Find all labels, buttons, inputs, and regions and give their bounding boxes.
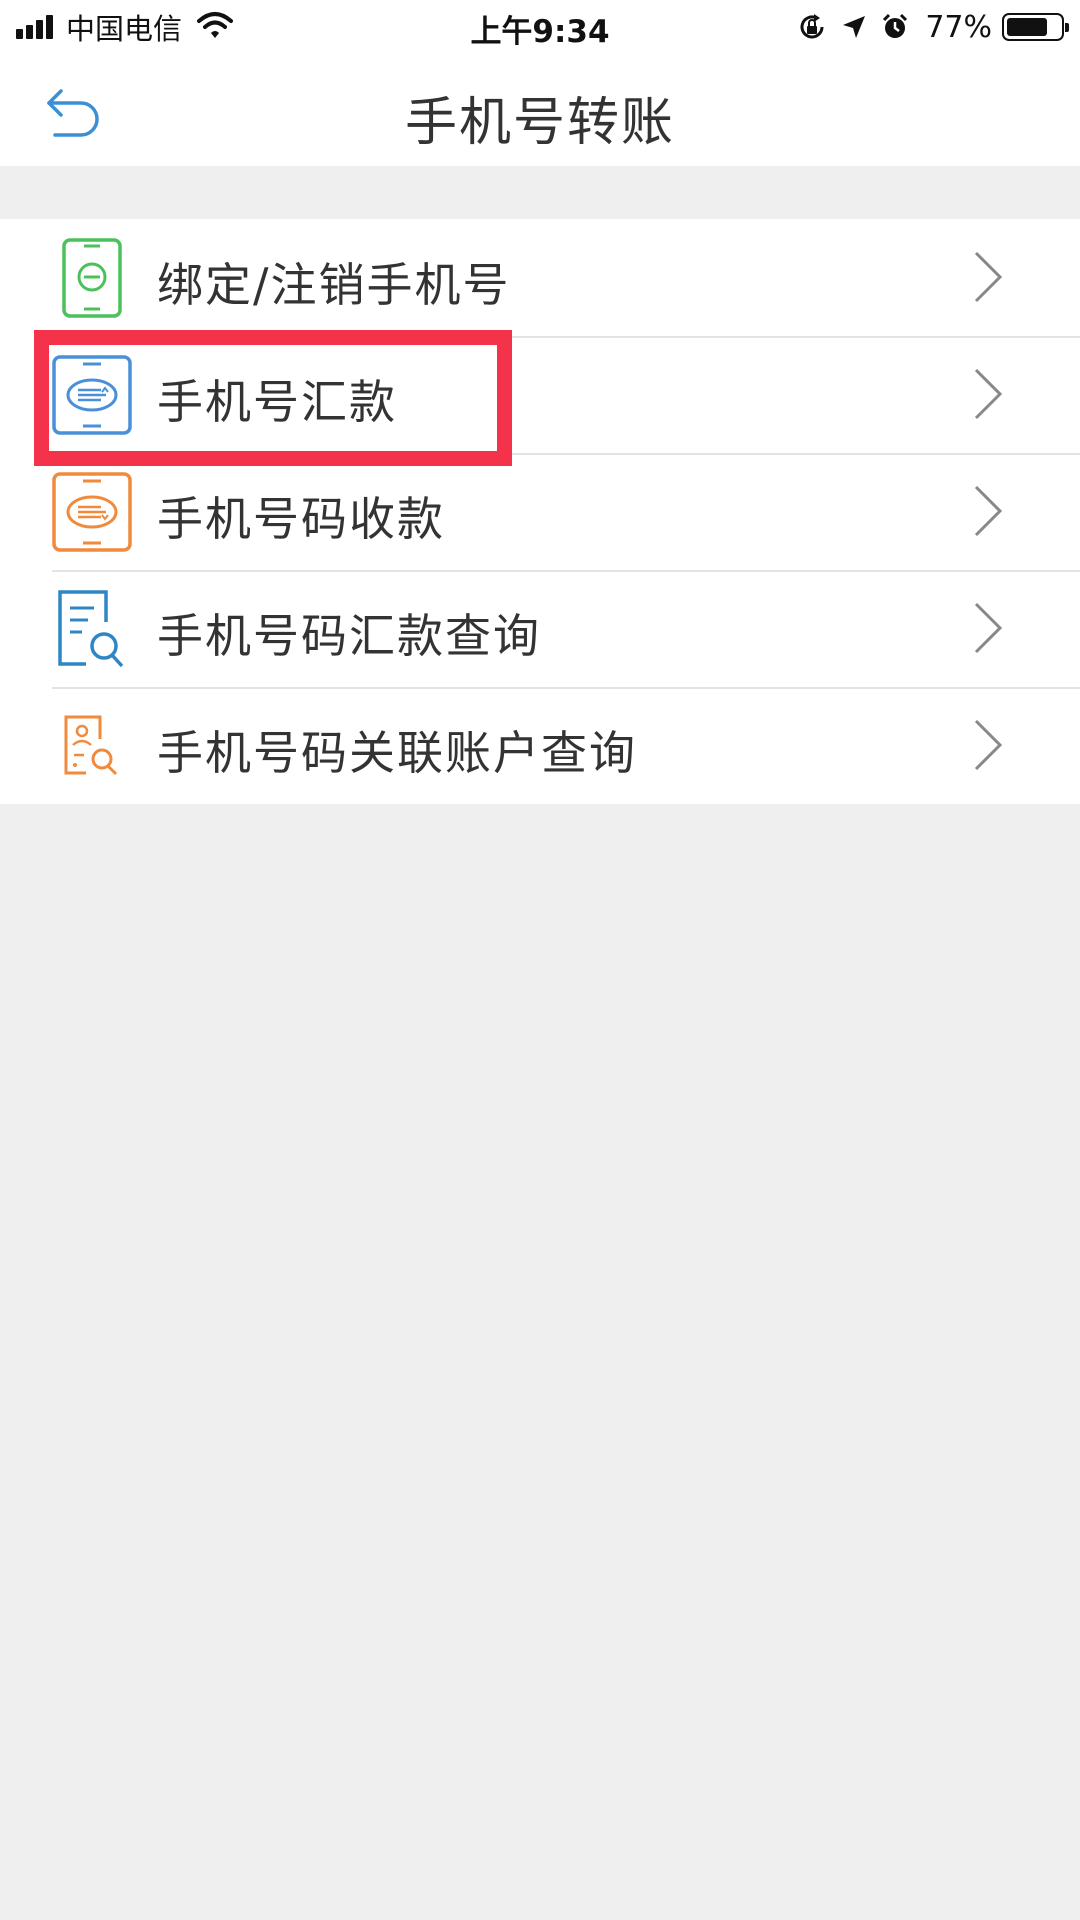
menu-item-remit-query[interactable]: 手机号码汇款查询: [0, 570, 1080, 687]
alarm-icon: [881, 13, 909, 41]
menu-item-label: 手机号码汇款查询: [157, 609, 541, 663]
menu-item-label: 手机号码收款: [157, 492, 445, 546]
menu-item-label: 绑定/注销手机号: [157, 258, 511, 312]
page-title: 手机号转账: [404, 93, 675, 153]
rotation-lock-icon: [797, 12, 827, 42]
battery-fill: [1007, 18, 1048, 36]
menu-item-label: 手机号码关联账户查询: [157, 726, 637, 780]
chevron-right-icon: [974, 602, 1003, 654]
menu-item-phone-remit[interactable]: 手机号汇款: [0, 336, 1080, 453]
chevron-right-icon: [974, 368, 1003, 420]
battery-icon: [1002, 13, 1069, 41]
account-query-icon: [50, 705, 134, 787]
menu-item-bind-phone[interactable]: 绑定/注销手机号: [0, 219, 1080, 336]
menu-item-phone-receive[interactable]: 手机号码收款: [0, 453, 1080, 570]
phone-receive-icon: [50, 471, 134, 553]
location-arrow-icon: [841, 14, 867, 40]
phone-remit-icon: [50, 354, 134, 436]
remit-query-icon: [50, 588, 134, 670]
chevron-right-icon: [974, 485, 1003, 537]
menu-item-label: 手机号汇款: [157, 375, 397, 429]
status-right: 77%: [783, 8, 1069, 46]
chevron-right-icon: [974, 251, 1003, 303]
chevron-right-icon: [974, 719, 1003, 771]
phone-bind-icon: [50, 237, 134, 319]
nav-bar: 手机号转账: [0, 54, 1080, 166]
battery-percent: 77%: [925, 9, 992, 45]
status-bar: 中国电信 上午9:34 77%: [0, 0, 1080, 54]
menu-item-account-query[interactable]: 手机号码关联账户查询: [0, 687, 1080, 804]
menu-list: 绑定/注销手机号 手机号汇款 手机号码收款 手机号码汇款查询 手机号码关联账户查…: [0, 219, 1080, 804]
